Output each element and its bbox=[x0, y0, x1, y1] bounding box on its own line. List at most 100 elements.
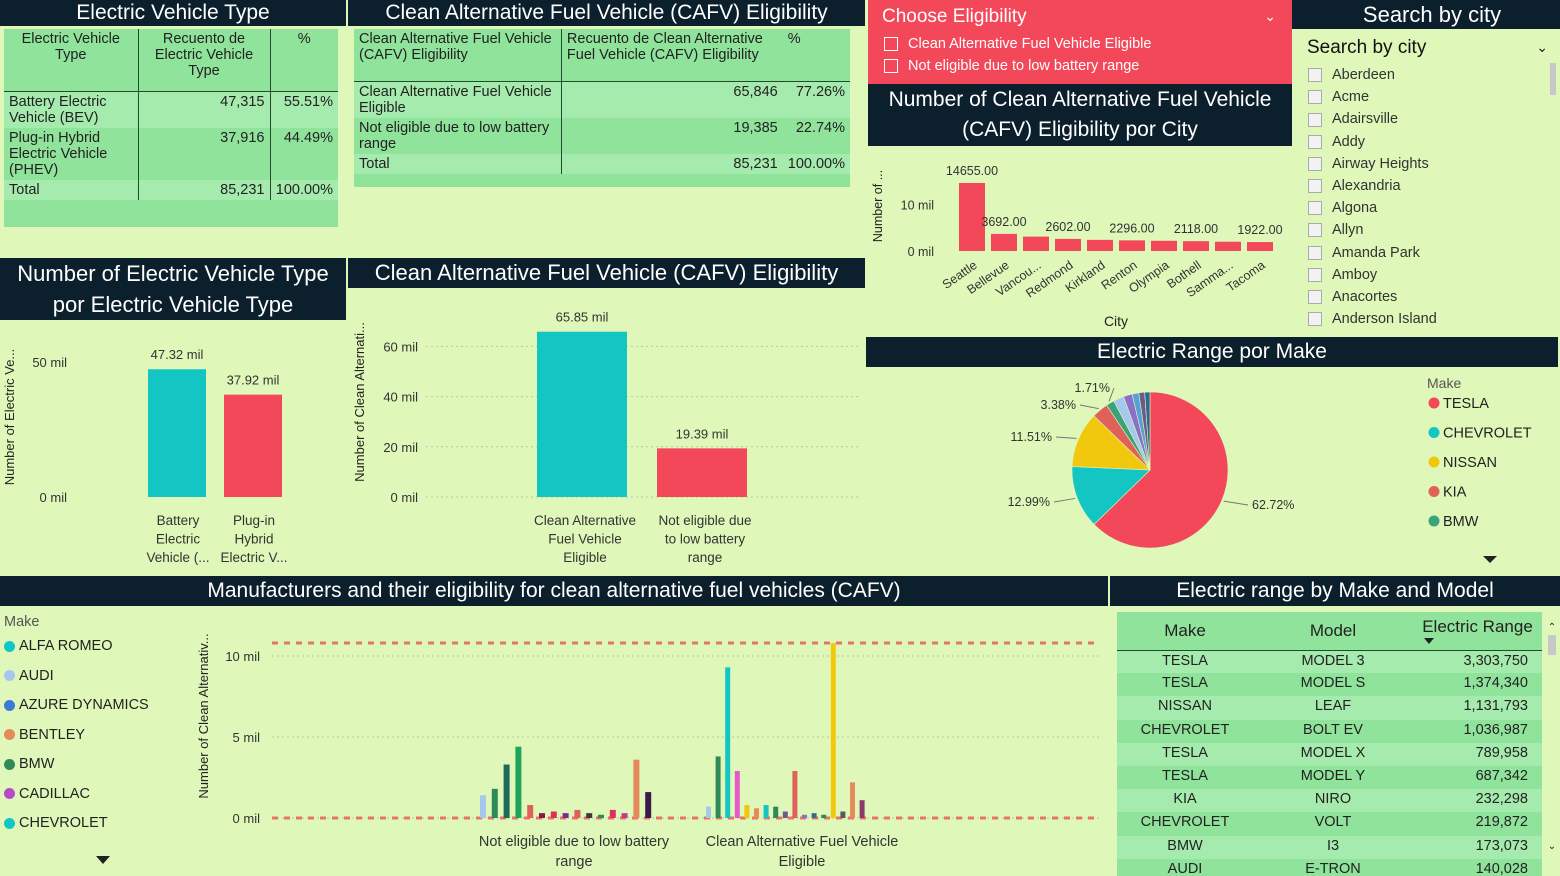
bar[interactable] bbox=[706, 806, 711, 818]
bar[interactable] bbox=[763, 805, 769, 818]
table-row[interactable]: BMW I3 173,073 bbox=[1117, 835, 1542, 859]
bar[interactable] bbox=[224, 394, 282, 497]
table-row[interactable]: NISSAN LEAF 1,131,793 bbox=[1117, 696, 1542, 720]
bar[interactable] bbox=[550, 811, 557, 818]
city-option[interactable]: Allyn bbox=[1308, 222, 1538, 244]
chevron-down-icon[interactable]: ⌄ bbox=[1536, 39, 1548, 56]
col-header-cafv[interactable]: Clean Alternative Fuel Vehicle (CAFV) El… bbox=[354, 29, 562, 81]
chevron-down-icon[interactable] bbox=[96, 856, 110, 864]
bar[interactable] bbox=[515, 746, 522, 818]
bar[interactable] bbox=[1151, 240, 1177, 251]
bar[interactable] bbox=[850, 782, 855, 818]
bar[interactable] bbox=[792, 771, 798, 818]
bar[interactable] bbox=[539, 813, 545, 818]
table-row[interactable]: TESLA MODEL X 789,958 bbox=[1117, 742, 1542, 766]
bar[interactable] bbox=[480, 795, 486, 818]
checkbox[interactable] bbox=[1308, 312, 1322, 327]
city-option[interactable]: Addy bbox=[1308, 134, 1538, 156]
bar[interactable] bbox=[840, 811, 846, 818]
city-option[interactable]: Algona bbox=[1308, 200, 1538, 222]
checkbox[interactable] bbox=[1308, 267, 1322, 282]
checkbox[interactable] bbox=[884, 37, 898, 52]
checkbox[interactable] bbox=[1308, 290, 1322, 305]
checkbox[interactable] bbox=[1308, 90, 1322, 105]
bar[interactable] bbox=[715, 756, 721, 818]
chevron-down-icon[interactable]: ⌄ bbox=[1546, 841, 1558, 852]
legend-marker[interactable] bbox=[1428, 486, 1440, 497]
bar[interactable] bbox=[645, 792, 652, 818]
legend-item[interactable]: AUDI bbox=[4, 668, 149, 698]
legend-item[interactable]: CHEVROLET bbox=[4, 815, 149, 845]
table-row[interactable]: CHEVROLET VOLT 219,872 bbox=[1117, 812, 1542, 836]
table-row[interactable]: TESLA MODEL S 1,374,340 bbox=[1117, 673, 1542, 697]
col-header-make[interactable]: Make bbox=[1117, 612, 1253, 650]
bar[interactable] bbox=[725, 667, 731, 818]
chevron-up-icon[interactable]: ⌃ bbox=[1546, 622, 1558, 633]
legend-label[interactable]: BMW bbox=[1443, 514, 1479, 530]
chevron-down-icon[interactable] bbox=[1483, 556, 1497, 563]
col-header-count[interactable]: Recuento de Electric Vehicle Type bbox=[138, 29, 271, 91]
bar[interactable] bbox=[1247, 242, 1273, 251]
col-header-model[interactable]: Model bbox=[1253, 612, 1413, 650]
bar[interactable] bbox=[537, 331, 627, 497]
checkbox[interactable] bbox=[1308, 179, 1322, 194]
bar[interactable] bbox=[1023, 236, 1049, 251]
legend-item[interactable]: CADILLAC bbox=[4, 786, 149, 816]
bar[interactable] bbox=[1215, 241, 1241, 251]
table-row[interactable]: TESLA MODEL Y 687,342 bbox=[1117, 765, 1542, 790]
checkbox[interactable] bbox=[1308, 134, 1322, 149]
table-row[interactable]: Plug-in Hybrid Electric Vehicle (PHEV) 3… bbox=[4, 127, 338, 180]
city-option[interactable]: Acme bbox=[1308, 89, 1538, 111]
bar[interactable] bbox=[148, 369, 206, 497]
checkbox[interactable] bbox=[1308, 112, 1322, 127]
bar[interactable] bbox=[991, 233, 1017, 251]
bar[interactable] bbox=[773, 806, 779, 818]
city-option[interactable]: Anacortes bbox=[1308, 289, 1538, 311]
checkbox[interactable] bbox=[1308, 201, 1322, 216]
bar[interactable] bbox=[621, 813, 628, 818]
table-row[interactable]: Battery Electric Vehicle (BEV) 47,315 55… bbox=[4, 91, 338, 128]
col-header-pct[interactable]: % bbox=[783, 29, 850, 81]
scroll-thumb[interactable] bbox=[1548, 635, 1556, 655]
col-header-count[interactable]: Recuento de Clean Alternative Fuel Vehic… bbox=[561, 29, 782, 81]
legend-label[interactable]: CHEVROLET bbox=[1443, 426, 1532, 442]
bar[interactable] bbox=[1055, 238, 1081, 251]
model-table-scrollbar[interactable]: ⌃ ⌄ bbox=[1546, 622, 1558, 852]
bar[interactable] bbox=[744, 805, 750, 818]
table-row[interactable]: Not eligible due to low battery range 19… bbox=[354, 117, 850, 154]
city-option[interactable]: Airway Heights bbox=[1308, 156, 1538, 178]
bar[interactable] bbox=[633, 759, 640, 818]
legend-item[interactable]: AZURE DYNAMICS bbox=[4, 697, 149, 727]
city-option[interactable]: Aberdeen bbox=[1308, 67, 1538, 89]
bar[interactable] bbox=[782, 811, 788, 818]
table-row[interactable]: AUDI E-TRON 140,028 bbox=[1117, 858, 1542, 876]
eligibility-option-not-eligible[interactable]: Not eligible due to low battery range bbox=[884, 58, 1139, 74]
legend-item[interactable]: BENTLEY bbox=[4, 727, 149, 757]
table-row[interactable]: KIA NIRO 232,298 bbox=[1117, 789, 1542, 813]
checkbox[interactable] bbox=[1308, 156, 1322, 171]
bar[interactable] bbox=[1183, 241, 1209, 251]
legend-item[interactable]: BMW bbox=[4, 756, 149, 786]
bar[interactable] bbox=[811, 813, 817, 818]
bar[interactable] bbox=[609, 809, 616, 818]
col-header-electric-range[interactable]: Electric Range bbox=[1413, 612, 1542, 650]
legend-item[interactable]: ALFA ROMEO bbox=[4, 638, 149, 668]
bar[interactable] bbox=[859, 800, 865, 818]
legend-marker[interactable] bbox=[1428, 515, 1440, 527]
table-row[interactable]: CHEVROLET BOLT EV 1,036,987 bbox=[1117, 719, 1542, 743]
bar[interactable] bbox=[527, 805, 534, 818]
table-row[interactable]: TESLA MODEL 3 3,303,750 bbox=[1117, 650, 1542, 674]
bar[interactable] bbox=[802, 814, 807, 818]
legend-marker[interactable] bbox=[1428, 397, 1440, 409]
legend-marker[interactable] bbox=[1428, 427, 1440, 438]
bar[interactable] bbox=[830, 643, 836, 818]
bar[interactable] bbox=[1119, 240, 1145, 251]
bar[interactable] bbox=[598, 814, 604, 818]
bar[interactable] bbox=[562, 813, 569, 818]
bar[interactable] bbox=[586, 813, 593, 818]
table-row[interactable]: Clean Alternative Fuel Vehicle Eligible … bbox=[354, 81, 850, 118]
checkbox[interactable] bbox=[1308, 245, 1322, 260]
checkbox[interactable] bbox=[884, 59, 898, 74]
bar[interactable] bbox=[734, 771, 740, 818]
bar[interactable] bbox=[754, 808, 759, 818]
